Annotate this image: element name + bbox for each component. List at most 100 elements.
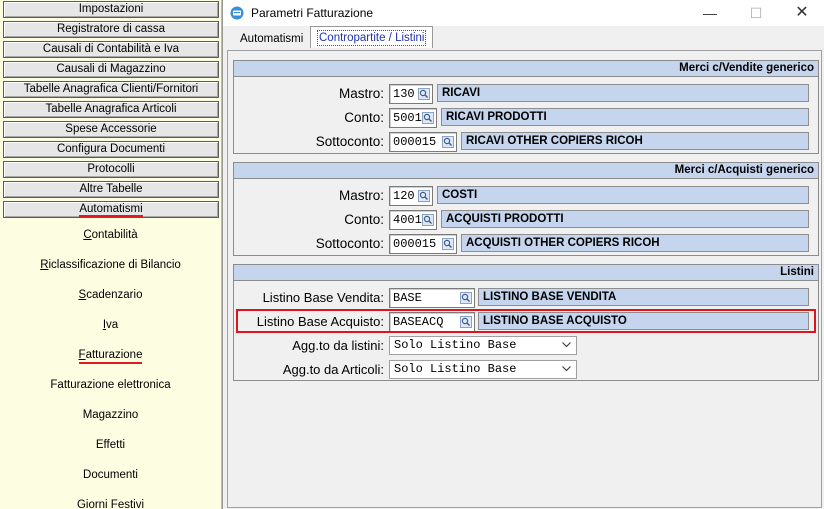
- field-label: Sottoconto:: [315, 134, 384, 149]
- field-label: Mastro:: [338, 188, 384, 203]
- sottoconto-code-field[interactable]: 000015: [389, 132, 457, 152]
- menu-button-label: Impostazioni: [78, 3, 144, 15]
- field-label: Mastro:: [338, 86, 384, 101]
- row-agg-da-listini: Agg.to da listini: Solo Listino Base: [234, 335, 820, 357]
- left-navigation: Impostazioni Registratore di cassa Causa…: [0, 0, 222, 509]
- menu-button-tabelle-clienti-fornitori[interactable]: Tabelle Anagrafica Clienti/Fornitori: [3, 81, 219, 98]
- section-header: Merci c/Acquisti generico: [234, 163, 818, 179]
- tab-label: Contropartite / Listini: [317, 30, 427, 46]
- field-label: Agg.to da listini:: [292, 338, 384, 353]
- magnifier-icon[interactable]: [418, 88, 430, 100]
- sub-item-effetti[interactable]: Effetti: [0, 430, 221, 460]
- listino-base-acquisto-field[interactable]: BASEACQ: [389, 312, 475, 332]
- sub-item-iva[interactable]: Iva: [0, 310, 221, 340]
- code-value: BASE: [393, 291, 422, 305]
- menu-button-label: Causali di Magazzino: [56, 63, 166, 75]
- field-label: Listino Base Vendita:: [262, 290, 384, 305]
- minimize-button[interactable]: —: [687, 0, 733, 26]
- listino-base-acquisto-description: LISTINO BASE ACQUISTO: [478, 312, 809, 330]
- window-title: Parametri Fatturazione: [251, 6, 374, 20]
- field-label: Sottoconto:: [315, 236, 384, 251]
- mastro-description: COSTI: [437, 186, 809, 204]
- sub-item-scadenzario[interactable]: Scadenzario: [0, 280, 221, 310]
- sub-item-label: Effetti: [95, 439, 126, 451]
- menu-button-tabelle-articoli[interactable]: Tabelle Anagrafica Articoli: [3, 101, 219, 118]
- magnifier-icon[interactable]: [442, 136, 454, 148]
- row-listino-base-vendita: Listino Base Vendita: BASE LISTINO BASE …: [234, 287, 820, 309]
- tab-automatismi[interactable]: Automatismi: [233, 28, 310, 52]
- magnifier-icon[interactable]: [418, 190, 430, 202]
- menu-button-list: Impostazioni Registratore di cassa Causa…: [0, 0, 221, 218]
- select-value: Solo Listino Base: [394, 338, 517, 352]
- magnifier-icon[interactable]: [442, 238, 454, 250]
- sub-item-label: Fatturazione: [78, 348, 143, 364]
- section-acquisti: Merci c/Acquisti generico Mastro: 120 CO…: [233, 162, 819, 256]
- menu-button-protocolli[interactable]: Protocolli: [3, 161, 219, 178]
- menu-button-configura-documenti[interactable]: Configura Documenti: [3, 141, 219, 158]
- mastro-description: RICAVI: [437, 84, 809, 102]
- menu-button-altre-tabelle[interactable]: Altre Tabelle: [3, 181, 219, 198]
- row-acquisti-mastro: Mastro: 120 COSTI: [234, 185, 820, 207]
- mastro-code-field[interactable]: 120: [389, 186, 433, 206]
- magnifier-icon[interactable]: [460, 316, 472, 328]
- tab-content-panel: Merci c/Vendite generico Mastro: 130 RIC…: [227, 50, 822, 508]
- sottoconto-code-field[interactable]: 000015: [389, 234, 457, 254]
- sub-item-label: Contabilità: [83, 229, 138, 241]
- sub-item-label: Giorni Festivi: [76, 499, 145, 509]
- magnifier-icon[interactable]: [422, 112, 434, 124]
- field-label: Conto:: [344, 212, 384, 227]
- menu-button-causali-magazzino[interactable]: Causali di Magazzino: [3, 61, 219, 78]
- row-acquisti-sottoconto: Sottoconto: 000015 ACQUISTI OTHER COPIER…: [234, 233, 820, 255]
- menu-button-registratore-di-cassa[interactable]: Registratore di cassa: [3, 21, 219, 38]
- code-value: 000015: [393, 237, 437, 251]
- magnifier-icon[interactable]: [422, 214, 434, 226]
- menu-button-causali-contabilita-iva[interactable]: Causali di Contabilità e Iva: [3, 41, 219, 58]
- sub-item-magazzino[interactable]: Magazzino: [0, 400, 221, 430]
- field-label: Listino Base Acquisto:: [256, 314, 384, 329]
- tab-contropartite-listini[interactable]: Contropartite / Listini: [310, 26, 434, 48]
- agg-da-articoli-select[interactable]: Solo Listino Base: [389, 360, 577, 379]
- row-vendite-conto: Conto: 5001 RICAVI PRODOTTI: [234, 107, 820, 129]
- sub-item-label: Documenti: [83, 469, 138, 481]
- menu-button-label: Configura Documenti: [56, 143, 166, 155]
- code-value: 130: [393, 87, 415, 101]
- maximize-button[interactable]: ☐: [733, 0, 779, 26]
- mastro-code-field[interactable]: 130: [389, 84, 433, 104]
- code-value: 120: [393, 189, 415, 203]
- magnifier-icon[interactable]: [460, 292, 472, 304]
- menu-button-label: Protocolli: [87, 163, 135, 175]
- sub-item-giorni-festivi[interactable]: Giorni Festivi: [0, 490, 221, 509]
- conto-code-field[interactable]: 5001: [389, 108, 437, 128]
- section-listini: Listini Listino Base Vendita: BASE LISTI…: [233, 264, 819, 381]
- sottoconto-description: RICAVI OTHER COPIERS RICOH: [461, 132, 809, 150]
- row-acquisti-conto: Conto: 4001 ACQUISTI PRODOTTI: [234, 209, 820, 231]
- menu-button-impostazioni[interactable]: Impostazioni: [3, 1, 219, 18]
- conto-code-field[interactable]: 4001: [389, 210, 437, 230]
- sub-item-contabilita[interactable]: Contabilità: [0, 220, 221, 250]
- sub-item-label: Scadenzario: [78, 289, 143, 301]
- code-value: 000015: [393, 135, 437, 149]
- close-button[interactable]: ✕: [779, 0, 824, 26]
- conto-description: RICAVI PRODOTTI: [441, 108, 809, 126]
- sottoconto-description: ACQUISTI OTHER COPIERS RICOH: [461, 234, 809, 252]
- sub-item-label: Fatturazione elettronica: [50, 379, 171, 391]
- automatismi-sub-menu: Contabilità Riclassificazione di Bilanci…: [0, 220, 221, 509]
- agg-da-listini-select[interactable]: Solo Listino Base: [389, 336, 577, 355]
- code-value: BASEACQ: [393, 315, 444, 329]
- menu-button-spese-accessorie[interactable]: Spese Accessorie: [3, 121, 219, 138]
- row-agg-da-articoli: Agg.to da Articoli: Solo Listino Base: [234, 359, 820, 381]
- sub-item-fatturazione-elettronica[interactable]: Fatturazione elettronica: [0, 370, 221, 400]
- sub-item-riclassificazione-bilancio[interactable]: Riclassificazione di Bilancio: [0, 250, 221, 280]
- section-vendite: Merci c/Vendite generico Mastro: 130 RIC…: [233, 60, 819, 154]
- chevron-down-icon: [562, 342, 571, 348]
- title-bar[interactable]: Parametri Fatturazione — ☐ ✕: [223, 0, 824, 26]
- tab-strip: Automatismi Contropartite / Listini: [223, 26, 824, 52]
- listino-base-vendita-field[interactable]: BASE: [389, 288, 475, 308]
- sub-item-documenti[interactable]: Documenti: [0, 460, 221, 490]
- menu-button-label: Altre Tabelle: [79, 183, 143, 195]
- sub-item-fatturazione[interactable]: Fatturazione: [0, 340, 221, 370]
- chevron-down-icon: [562, 366, 571, 372]
- code-value: 4001: [393, 213, 422, 227]
- field-label: Conto:: [344, 110, 384, 125]
- menu-button-automatismi[interactable]: Automatismi: [3, 201, 219, 218]
